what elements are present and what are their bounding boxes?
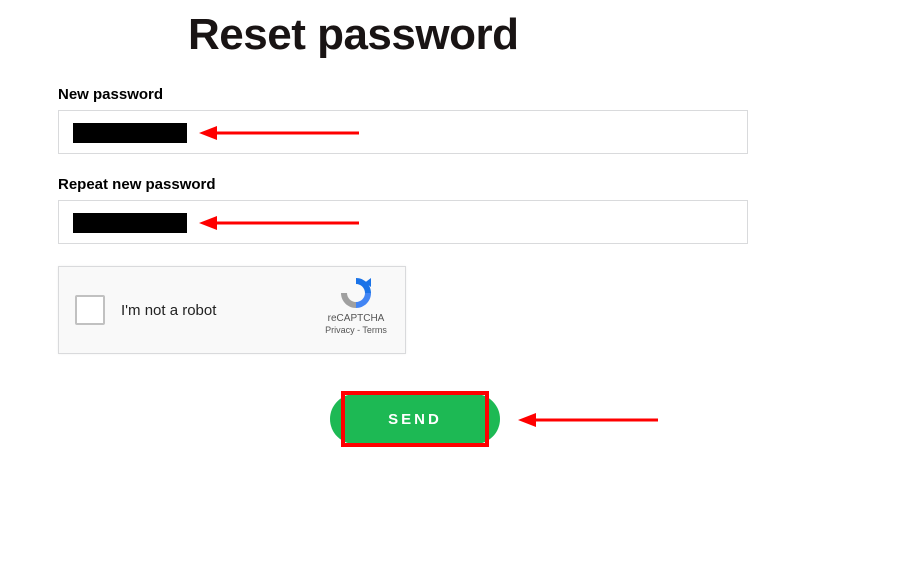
repeat-password-input-wrap (58, 200, 748, 244)
recaptcha-brand-text: reCAPTCHA (319, 313, 393, 324)
repeat-password-label: Repeat new password (58, 176, 846, 193)
new-password-label: New password (58, 86, 846, 103)
repeat-password-group: Repeat new password (58, 176, 846, 244)
annotation-arrow-icon (518, 410, 658, 430)
recaptcha-widget: I'm not a robot reCAPTCHA Privacy - Term… (58, 266, 406, 354)
redaction-bar (73, 123, 187, 143)
action-row: SEND (58, 394, 846, 450)
recaptcha-checkbox[interactable] (75, 295, 105, 325)
recaptcha-label: I'm not a robot (121, 302, 216, 319)
reset-password-form: Reset password New password Repeat new p… (0, 10, 904, 450)
recaptcha-brand: reCAPTCHA Privacy - Terms (319, 275, 393, 335)
send-button[interactable]: SEND (330, 394, 500, 444)
new-password-group: New password (58, 86, 846, 154)
recaptcha-logo-icon (338, 275, 374, 311)
new-password-input-wrap (58, 110, 748, 154)
redaction-bar (73, 213, 187, 233)
recaptcha-links[interactable]: Privacy - Terms (319, 325, 393, 335)
page-title: Reset password (58, 10, 846, 60)
